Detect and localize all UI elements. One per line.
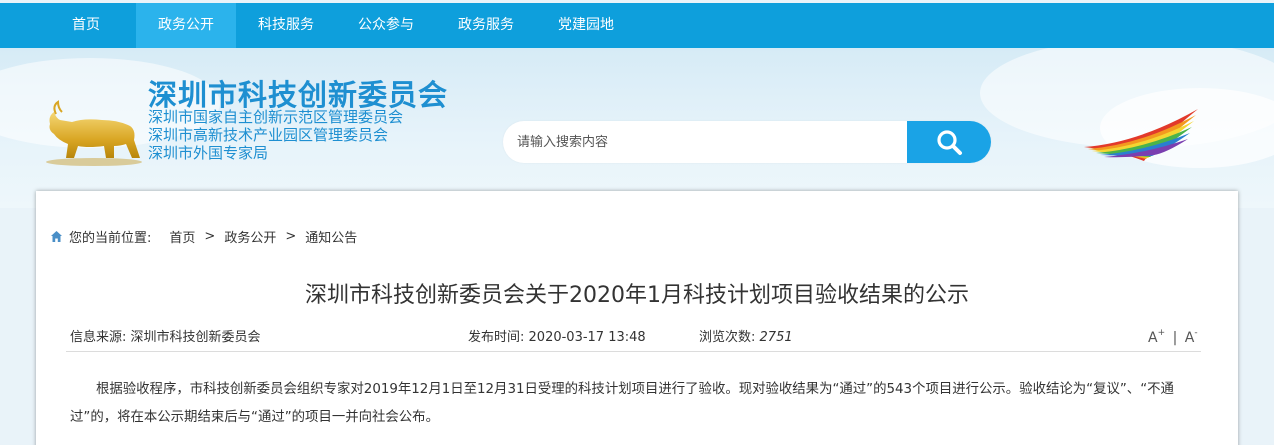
article-card: 您的当前位置: 首页 > 政务公开 > 通知公告 深圳市科技创新委员会关于202… <box>36 191 1238 445</box>
search-bar <box>503 121 991 163</box>
font-decrease-button[interactable]: A- <box>1185 328 1198 346</box>
org-sub-name: 深圳市外国专家局 <box>148 144 269 162</box>
org-sub-name: 深圳市国家自主创新示范区管理委员会 <box>148 108 404 126</box>
article-paragraph: 根据验收程序，市科技创新委员会组织专家对2019年12月1日至12月31日受理的… <box>70 382 1174 425</box>
golden-bull-logo <box>46 100 142 166</box>
top-navigation: 首页 政务公开 科技服务 公众参与 政务服务 党建园地 <box>0 3 1274 48</box>
nav-item-public-participation[interactable]: 公众参与 <box>346 3 426 48</box>
search-input[interactable] <box>503 121 907 163</box>
font-size-control: A+ | A- <box>1148 328 1198 346</box>
article-title: 深圳市科技创新委员会关于2020年1月科技计划项目验收结果的公示 <box>305 283 969 308</box>
nav-item-home[interactable]: 首页 <box>58 3 114 48</box>
breadcrumb-prefix: 您的当前位置: <box>69 231 152 246</box>
search-button[interactable] <box>907 121 991 163</box>
nav-item-party-building[interactable]: 党建园地 <box>546 3 626 48</box>
breadcrumb-link-government-affairs[interactable]: 政务公开 <box>224 227 276 246</box>
font-increase-button[interactable]: A+ <box>1148 328 1165 346</box>
nav-item-government-services[interactable]: 政务服务 <box>446 3 526 48</box>
org-sub-name: 深圳市高新技术产业园区管理委员会 <box>148 126 389 144</box>
search-icon <box>937 130 962 155</box>
views-label: 浏览次数: <box>699 330 756 345</box>
breadcrumb-separator: > <box>285 229 297 244</box>
meta-divider <box>66 351 1201 352</box>
article-source: 信息来源: 深圳市科技创新委员会 <box>70 326 261 345</box>
source-value: 深圳市科技创新委员会 <box>130 330 261 345</box>
breadcrumb-link-home[interactable]: 首页 <box>169 227 195 246</box>
rainbow-wing-logo <box>1084 109 1198 161</box>
breadcrumb: 您的当前位置: 首页 > 政务公开 > 通知公告 <box>50 227 357 246</box>
breadcrumb-link-notices[interactable]: 通知公告 <box>305 227 357 246</box>
nav-item-tech-services[interactable]: 科技服务 <box>246 3 326 48</box>
views-count: 2751 <box>759 330 793 345</box>
publish-label: 发布时间: <box>468 330 525 345</box>
article-views: 浏览次数: 2751 <box>699 326 793 345</box>
publish-value: 2020-03-17 13:48 <box>528 330 646 345</box>
article-publish-time: 发布时间: 2020-03-17 13:48 <box>468 326 646 345</box>
header-banner: 深圳市科技创新委员会 深圳市国家自主创新示范区管理委员会 深圳市高新技术产业园区… <box>0 48 1274 208</box>
breadcrumb-separator: > <box>204 229 216 244</box>
home-icon <box>51 231 62 242</box>
source-label: 信息来源: <box>70 330 127 345</box>
nav-item-government-affairs[interactable]: 政务公开 <box>136 3 236 48</box>
font-control-divider: | <box>1172 330 1178 346</box>
